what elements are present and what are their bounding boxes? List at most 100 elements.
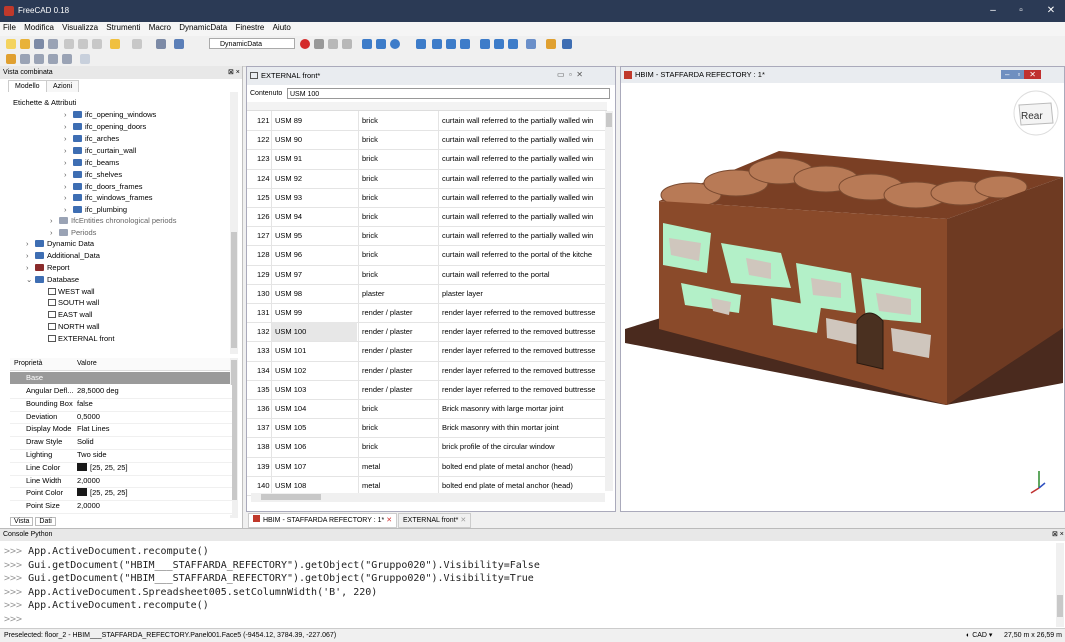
menu-dynamicdata[interactable]: DynamicData <box>176 22 230 33</box>
property-row[interactable]: Lighting Two side <box>10 449 232 463</box>
redo-icon[interactable] <box>132 39 142 49</box>
measure-icon[interactable] <box>526 39 536 49</box>
cell-b[interactable]: render / plaster <box>358 322 442 342</box>
open-file-icon[interactable] <box>20 39 30 49</box>
tree-item[interactable]: NORTH wall <box>48 321 100 332</box>
cell-c[interactable]: curtain wall referred to the partially w… <box>438 168 605 188</box>
tree-item[interactable]: WEST wall <box>48 286 95 297</box>
color-swatch[interactable] <box>77 488 87 497</box>
scroll-thumb[interactable] <box>231 232 237 348</box>
menu-file[interactable]: File <box>0 22 19 33</box>
right-view-icon[interactable] <box>460 39 470 49</box>
spreadsheet-icon[interactable] <box>80 54 90 64</box>
record-macro-icon[interactable] <box>300 39 310 49</box>
macros-icon[interactable] <box>328 39 338 49</box>
menu-visualizza[interactable]: Visualizza <box>59 22 101 33</box>
property-row[interactable]: Draw Style Solid <box>10 436 232 450</box>
table-row[interactable]: 136 USM 104 brick Brick masonry with large … <box>247 399 605 420</box>
scroll-thumb[interactable] <box>261 494 321 500</box>
paste-icon[interactable] <box>92 39 102 49</box>
cell-content-input[interactable]: USM 100 <box>287 88 610 99</box>
cell-c[interactable]: render layer referred to the removed but… <box>438 341 605 361</box>
stop-macro-icon[interactable] <box>314 39 324 49</box>
table-row[interactable]: 128 USM 96 brick curtain wall referred to t… <box>247 245 605 266</box>
tree-item[interactable]: ⌄ Database <box>26 274 79 285</box>
view-sphere-icon[interactable] <box>390 39 400 49</box>
tree-item[interactable]: › ifc_plumbing <box>64 204 127 215</box>
property-row[interactable]: Display Mode Flat Lines <box>10 423 232 438</box>
table-row[interactable]: 139 USM 107 metal bolted end plate of metal… <box>247 456 605 477</box>
whats-this-icon[interactable] <box>174 39 184 49</box>
settings-icon[interactable] <box>62 54 72 64</box>
new-file-icon[interactable] <box>6 39 16 49</box>
fit-all-icon[interactable] <box>362 39 372 49</box>
left-view-icon[interactable] <box>508 39 518 49</box>
cell-a[interactable]: USM 97 <box>271 264 357 284</box>
menu-macro[interactable]: Macro <box>146 22 174 33</box>
tab-external-front[interactable]: EXTERNAL front* ✕ <box>398 513 472 528</box>
cell-b[interactable]: render / plaster <box>358 379 442 399</box>
dock-close-icon[interactable]: ⊠ × <box>1052 530 1064 538</box>
cell-a[interactable]: USM 104 <box>271 399 357 419</box>
tree-item[interactable]: › ifc_beams <box>64 157 119 168</box>
navigation-style[interactable]: ◐ CAD ▾ <box>966 629 992 642</box>
cell-b[interactable]: brick <box>358 437 442 457</box>
cell-a[interactable]: USM 96 <box>271 245 357 265</box>
tree-item[interactable]: › ifc_curtain_wall <box>64 145 136 156</box>
fit-selection-icon[interactable] <box>376 39 386 49</box>
table-row[interactable]: 121 USM 89 brick curtain wall referred to t… <box>247 111 605 132</box>
cell-a[interactable]: USM 93 <box>271 187 357 207</box>
cell-a[interactable]: USM 102 <box>271 360 357 380</box>
run-macro-icon[interactable] <box>342 39 352 49</box>
cell-c[interactable]: curtain wall referred to the partially w… <box>438 207 605 227</box>
cell-c[interactable]: Brick masonry with thin mortar joint <box>438 418 605 438</box>
table-row[interactable]: 127 USM 95 brick curtain wall referred to t… <box>247 226 605 247</box>
console-scrollbar[interactable] <box>1056 543 1064 627</box>
cell-c[interactable]: curtain wall referred to the partially w… <box>438 187 605 207</box>
copy-property-icon[interactable] <box>34 54 44 64</box>
cell-b[interactable]: render / plaster <box>358 303 442 323</box>
property-row[interactable]: Line Color [25, 25, 25] <box>10 462 232 476</box>
tree-item[interactable]: EAST wall <box>48 309 92 320</box>
refresh-icon[interactable] <box>156 39 166 49</box>
cell-b[interactable]: plaster <box>358 283 442 303</box>
cell-a[interactable]: USM 106 <box>271 437 357 457</box>
tree-item[interactable]: › ifc_arches <box>64 133 119 144</box>
tree-item[interactable]: › IfcEntities chronological periods <box>50 215 176 226</box>
cell-c[interactable]: curtain wall referred to the partially w… <box>438 226 605 246</box>
minimize-button[interactable]: – <box>982 4 1004 18</box>
group-icon[interactable] <box>562 39 572 49</box>
workbench-selector[interactable]: DynamicData <box>209 38 295 49</box>
table-row[interactable]: 124 USM 92 brick curtain wall referred to t… <box>247 168 605 189</box>
table-row[interactable]: 138 USM 106 brick brick profile of the circ… <box>247 437 605 458</box>
cell-b[interactable]: brick <box>358 399 442 419</box>
dock-close-icon[interactable]: ⊠ × <box>228 68 240 76</box>
property-row[interactable]: Angular Defl... 28,5000 deg <box>10 385 232 399</box>
cell-a[interactable]: USM 101 <box>271 341 357 361</box>
menu-aiuto[interactable]: Aiuto <box>270 22 294 33</box>
property-group-base[interactable]: Base <box>10 372 232 384</box>
cell-c[interactable]: render layer referred to the removed but… <box>438 322 605 342</box>
table-row[interactable]: 125 USM 93 brick curtain wall referred to t… <box>247 187 605 208</box>
tree-scrollbar[interactable] <box>230 92 238 354</box>
cell-a[interactable]: USM 99 <box>271 303 357 323</box>
cell-a[interactable]: USM 92 <box>271 168 357 188</box>
cell-b[interactable]: render / plaster <box>358 341 442 361</box>
menu-finestre[interactable]: Finestre <box>232 22 267 33</box>
cell-c[interactable]: render layer referred to the removed but… <box>438 303 605 323</box>
property-row[interactable]: Line Width 2,0000 <box>10 475 232 489</box>
isometric-icon[interactable] <box>416 39 426 49</box>
maximize-button[interactable]: ▫ <box>1010 4 1032 18</box>
subwindow-controls[interactable]: ▭ ▫ ✕ <box>557 70 583 79</box>
cell-c[interactable]: curtain wall referred to the portal <box>438 264 605 284</box>
bottom-view-icon[interactable] <box>494 39 504 49</box>
3d-model-render[interactable]: Rear <box>621 83 1064 511</box>
tree-item[interactable]: › Additional_Data <box>26 250 100 261</box>
cell-a[interactable]: USM 100 <box>271 322 357 342</box>
tree-item[interactable]: › ifc_opening_windows <box>64 109 156 120</box>
cell-b[interactable]: brick <box>358 187 442 207</box>
table-row[interactable]: 130 USM 98 plaster plaster layer <box>247 283 605 304</box>
sheet-hscroll[interactable] <box>251 493 605 502</box>
table-row[interactable]: 122 USM 90 brick curtain wall referred to t… <box>247 130 605 151</box>
table-row[interactable]: 137 USM 105 brick Brick masonry with thin m… <box>247 418 605 439</box>
